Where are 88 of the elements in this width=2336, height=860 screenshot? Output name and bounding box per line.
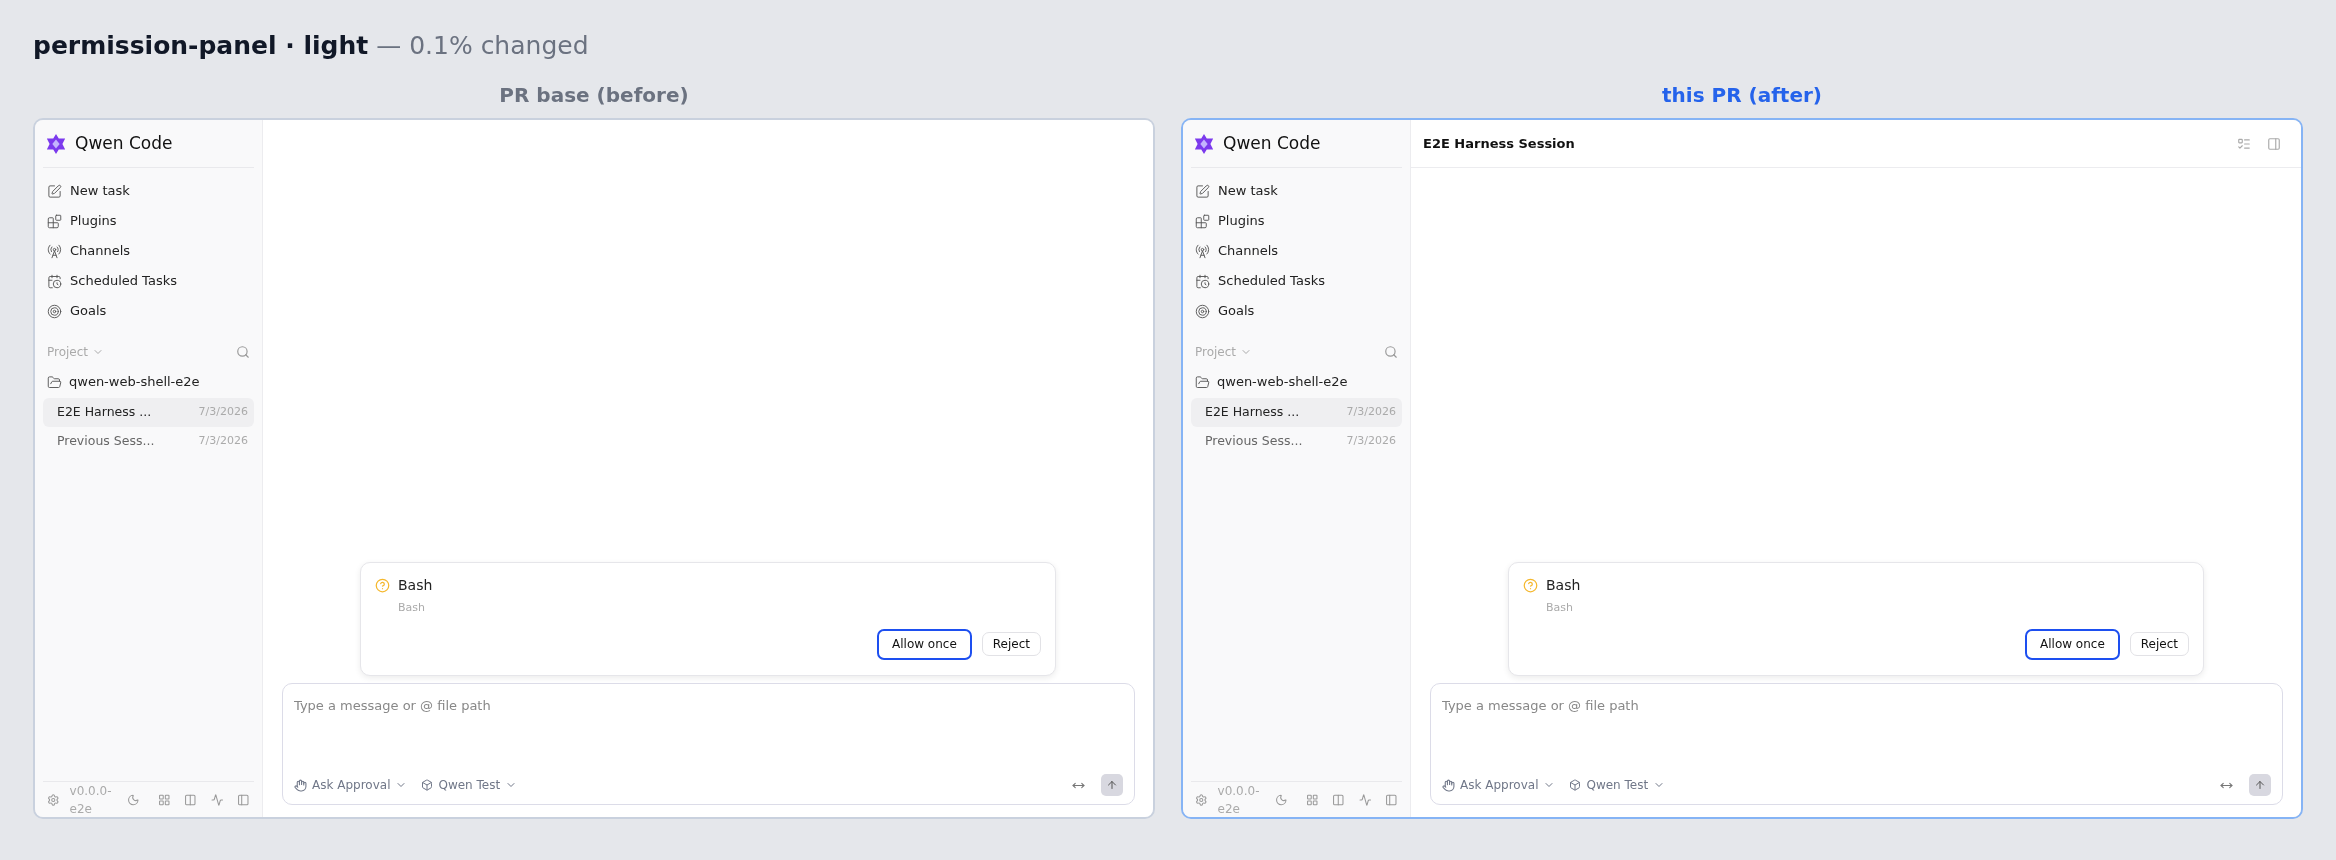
panel-caption: this PR (after) [1662,82,1822,109]
settings-icon[interactable] [1195,792,1208,807]
sidebar-icon[interactable] [237,792,250,807]
cube-icon [421,779,434,791]
send-button[interactable] [2249,774,2271,796]
model-dropdown[interactable]: Qwen Test [421,776,518,794]
folder-name: qwen-web-shell-e2e [69,373,200,392]
columns-icon[interactable] [184,792,197,807]
search-icon[interactable] [1384,345,1398,359]
permission-subtitle: Bash [397,600,426,616]
moon-icon[interactable] [127,792,140,807]
logo-icon [45,132,67,155]
settings-icon[interactable] [47,792,60,807]
nav-item[interactable]: Goals [43,296,254,326]
session-date: 7/3/2026 [198,404,248,421]
nav-item[interactable]: Channels [1191,236,1402,266]
permission-title: Bash [398,576,433,595]
session-title-header: E2E Harness Session [1423,134,1575,153]
nav-item[interactable]: Plugins [43,206,254,236]
grid-icon[interactable] [1305,792,1319,807]
session-title: Previous Sess... [1205,432,1303,451]
model-dropdown[interactable]: Qwen Test [1569,776,1666,794]
nav-item[interactable]: New task [1191,176,1402,206]
hand-icon [294,778,307,792]
nav-icon [1195,303,1210,319]
nav-icon [47,273,62,289]
message-input[interactable]: Type a message or @ file path [1442,696,2271,716]
logo-icon [1193,132,1215,155]
search-icon[interactable] [236,345,250,359]
panel-caption: PR base (before) [499,82,689,109]
folder-item[interactable]: qwen-web-shell-e2e [1191,366,1402,398]
mode-dropdown[interactable]: Ask Approval [294,776,408,794]
nav-icon [1195,213,1210,229]
session-date: 7/3/2026 [198,433,248,450]
message-input[interactable]: Type a message or @ file path [294,696,1123,716]
list-icon[interactable] [2237,136,2251,151]
session-item[interactable]: Previous Sess... 7/3/2026 [1191,427,1402,456]
permission-button[interactable]: Allow once [877,628,972,660]
permission-button[interactable]: Allow once [2025,628,2120,660]
nav-item[interactable]: Goals [1191,296,1402,326]
folder-icon [47,374,62,390]
nav-icon [47,243,62,259]
activity-icon[interactable] [1358,792,1372,807]
permission-subtitle: Bash [1545,600,1574,616]
nav-icon [47,183,62,199]
arrow-up-icon [1106,779,1118,791]
question-icon [375,578,390,593]
grid-icon[interactable] [157,792,171,807]
cube-icon [1569,779,1582,791]
app-name: Qwen Code [75,131,173,155]
app-name: Qwen Code [1223,131,1321,155]
session-title: E2E Harness ... [57,403,152,422]
question-icon [1523,578,1538,593]
session-title: E2E Harness ... [1205,403,1300,422]
sidebar-icon[interactable] [2267,136,2281,151]
session-item[interactable]: Previous Sess... 7/3/2026 [43,427,254,456]
folder-item[interactable]: qwen-web-shell-e2e [43,366,254,398]
mode-dropdown[interactable]: Ask Approval [1442,776,1556,794]
session-item[interactable]: E2E Harness ... 7/3/2026 [43,398,254,427]
session-date: 7/3/2026 [1346,433,1396,450]
permission-button[interactable]: Reject [981,632,1041,656]
folder-icon [1195,374,1210,390]
permission-button[interactable]: Reject [2129,632,2189,656]
permission-title: Bash [1546,576,1581,595]
sidebar-icon[interactable] [1385,792,1398,807]
session-title: Previous Sess... [57,432,155,451]
activity-icon[interactable] [210,792,224,807]
send-button[interactable] [1101,774,1123,796]
version-label: v0.0.0-e2e [69,782,113,817]
nav-item[interactable]: Scheduled Tasks [1191,266,1402,296]
session-date: 7/3/2026 [1346,404,1396,421]
version-label: v0.0.0-e2e [1217,782,1261,817]
nav-icon [1195,243,1210,259]
folder-name: qwen-web-shell-e2e [1217,373,1348,392]
page-heading: permission-panel · light — 0.1% changed [33,30,590,62]
nav-item[interactable]: New task [43,176,254,206]
nav-icon [47,303,62,319]
moon-icon[interactable] [1275,792,1288,807]
hand-icon [1442,778,1455,792]
nav-icon [1195,183,1210,199]
nav-item[interactable]: Plugins [1191,206,1402,236]
nav-item[interactable]: Channels [43,236,254,266]
columns-icon[interactable] [1332,792,1345,807]
session-item[interactable]: E2E Harness ... 7/3/2026 [1191,398,1402,427]
nav-icon [47,213,62,229]
nav-icon [1195,273,1210,289]
nav-item[interactable]: Scheduled Tasks [43,266,254,296]
arrow-up-icon [2254,779,2266,791]
